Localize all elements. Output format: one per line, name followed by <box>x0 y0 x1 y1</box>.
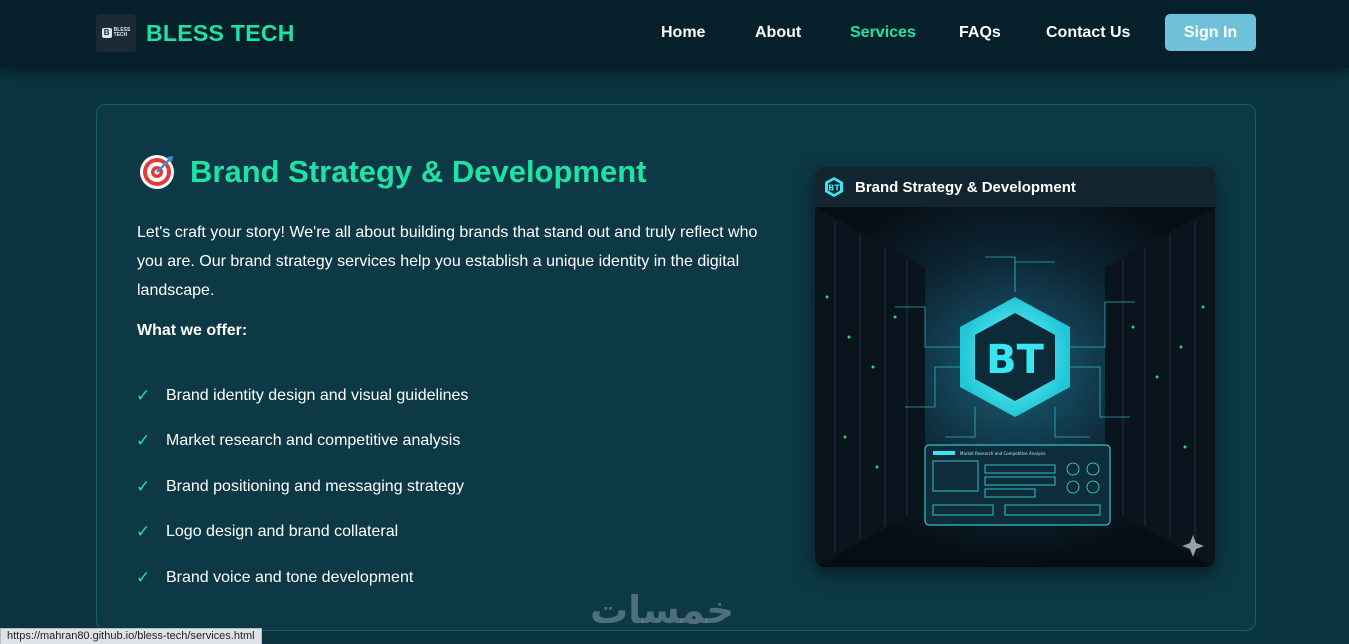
check-icon: ✓ <box>136 522 151 542</box>
check-icon: ✓ <box>136 476 151 496</box>
image-card-header: BT Brand Strategy & Development <box>815 167 1215 207</box>
image-card-title: Brand Strategy & Development <box>855 178 1076 196</box>
offer-list: ✓ Brand identity design and visual guide… <box>136 373 468 601</box>
page-title: Brand Strategy & Development <box>190 154 647 189</box>
sign-in-button[interactable]: Sign In <box>1165 14 1256 51</box>
offer-heading: What we offer: <box>137 322 248 339</box>
art-logo-text: BT <box>986 337 1044 383</box>
nav-faqs[interactable]: FAQs <box>959 24 1001 42</box>
offer-text: Market research and competitive analysis <box>166 432 461 450</box>
logo[interactable]: B BLESS TECH <box>96 14 136 52</box>
target-icon <box>140 155 174 189</box>
bt-logo-icon: BT <box>825 177 843 197</box>
service-image-card: BT Brand Strategy & Development BT Marke… <box>815 167 1215 567</box>
service-description: Let's craft your story! We're all about … <box>137 224 758 299</box>
status-bar-url: https://mahran80.github.io/bless-tech/se… <box>0 628 262 644</box>
logo-mark: B BLESS TECH <box>101 28 130 38</box>
dashboard-title: Market Research and Competitive Analysis <box>960 451 1046 456</box>
list-item: ✓ Market research and competitive analys… <box>136 419 468 465</box>
offer-text: Brand positioning and messaging strategy <box>166 477 464 495</box>
check-icon: ✓ <box>136 567 151 587</box>
offer-text: Brand voice and tone development <box>166 568 414 586</box>
nav-about[interactable]: About <box>755 24 801 42</box>
service-title-row: Brand Strategy & Development <box>138 152 647 192</box>
offer-text: Brand identity design and visual guideli… <box>166 386 469 404</box>
offer-text: Logo design and brand collateral <box>166 523 399 541</box>
watermark: خمسات <box>590 588 734 632</box>
nav-home[interactable]: Home <box>661 24 705 42</box>
brand-name[interactable]: BLESS TECH <box>146 20 295 47</box>
server-room-illustration: BT Market Research and Competitive Analy… <box>815 207 1215 567</box>
nav-contact-us[interactable]: Contact Us <box>1046 24 1130 42</box>
svg-text:BT: BT <box>828 184 840 193</box>
check-icon: ✓ <box>136 431 151 451</box>
navbar: B BLESS TECH BLESS TECH Home About Servi… <box>0 0 1349 68</box>
list-item: ✓ Brand voice and tone development <box>136 555 468 601</box>
list-item: ✓ Brand identity design and visual guide… <box>136 373 468 419</box>
list-item: ✓ Logo design and brand collateral <box>136 510 468 556</box>
list-item: ✓ Brand positioning and messaging strate… <box>136 464 468 510</box>
nav-services[interactable]: Services <box>850 24 916 42</box>
logo-text-bottom: TECH <box>113 32 128 38</box>
check-icon: ✓ <box>136 385 151 405</box>
